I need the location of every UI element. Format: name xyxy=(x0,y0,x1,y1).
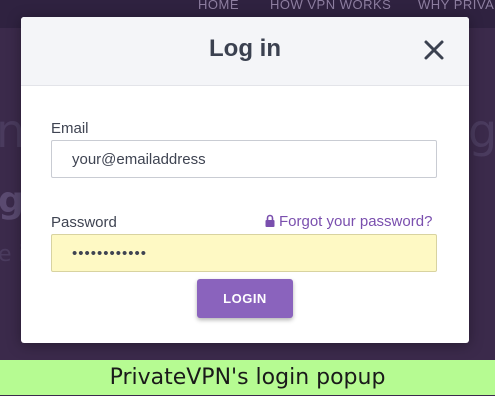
email-field[interactable] xyxy=(51,140,437,178)
modal-header: Log in xyxy=(21,17,469,86)
nav-item-home: HOME xyxy=(198,0,239,12)
email-label: Email xyxy=(51,120,89,137)
forgot-password-label: Forgot your password? xyxy=(279,213,433,230)
background-glyph-right: g xyxy=(468,104,495,158)
nav-item-why-private: WHY PRIVA xyxy=(418,0,495,12)
password-field[interactable] xyxy=(51,234,437,272)
close-icon xyxy=(424,40,444,60)
lock-icon xyxy=(265,214,275,227)
caption: PrivateVPN's login popup xyxy=(0,360,495,395)
login-modal: Log in Email Password Forgot your passwo… xyxy=(21,17,469,343)
login-button[interactable]: LOGIN xyxy=(197,279,293,318)
close-button[interactable] xyxy=(421,37,447,63)
nav-item-how-vpn-works: HOW VPN WORKS xyxy=(270,0,392,12)
modal-title: Log in xyxy=(209,35,281,62)
password-label: Password xyxy=(51,214,117,231)
forgot-password-link[interactable]: Forgot your password? xyxy=(265,213,432,230)
